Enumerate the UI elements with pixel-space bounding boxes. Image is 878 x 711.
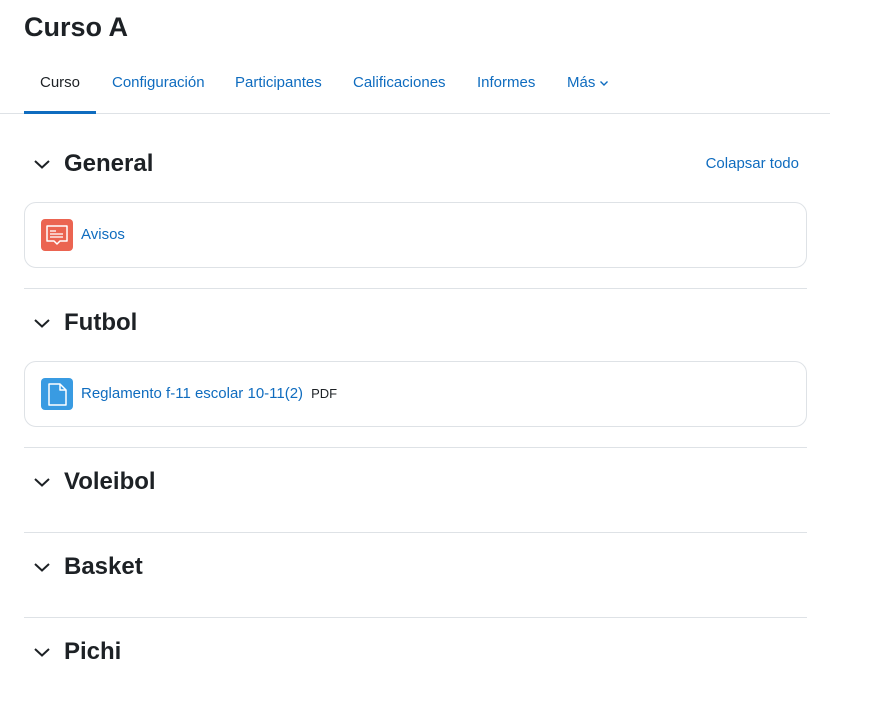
tab-mas-label: Más xyxy=(567,74,596,91)
tab-configuracion[interactable]: Configuración xyxy=(112,54,205,113)
tab-informes[interactable]: Informes xyxy=(477,54,535,113)
activity-link[interactable]: Avisos xyxy=(81,203,125,267)
activity-avisos: Avisos xyxy=(24,202,807,268)
forum-icon xyxy=(41,219,73,251)
chevron-down-icon[interactable] xyxy=(30,470,54,494)
activity-reglamento: Reglamento f-11 escolar 10-11(2) PDF xyxy=(24,361,807,427)
section-pichi: Pichi xyxy=(24,632,807,672)
tab-curso[interactable]: Curso xyxy=(24,54,96,114)
course-page: Curso A Curso Configuración Participante… xyxy=(0,0,878,711)
section-futbol: Futbol xyxy=(24,303,807,343)
section-title: Voleibol xyxy=(64,468,156,495)
tab-mas[interactable]: Más xyxy=(567,54,609,113)
section-title: Pichi xyxy=(64,638,122,665)
chevron-down-icon[interactable] xyxy=(30,311,54,335)
tab-participantes[interactable]: Participantes xyxy=(235,54,322,113)
section-general: General Colapsar todo xyxy=(24,144,807,184)
section-voleibol: Voleibol xyxy=(24,462,807,502)
section-title: Futbol xyxy=(64,309,138,336)
file-type-badge: PDF xyxy=(311,386,338,401)
section-divider xyxy=(24,617,807,618)
course-nav: Curso Configuración Participantes Califi… xyxy=(0,54,830,114)
chevron-down-icon[interactable] xyxy=(30,555,54,579)
section-basket: Basket xyxy=(24,547,807,587)
section-divider xyxy=(24,532,807,533)
activity-link-label: Reglamento f-11 escolar 10-11(2) xyxy=(81,385,304,402)
section-divider xyxy=(24,288,807,289)
section-title: Basket xyxy=(64,553,143,580)
collapse-all-link[interactable]: Colapsar todo xyxy=(706,144,799,184)
tab-calificaciones[interactable]: Calificaciones xyxy=(353,54,446,113)
file-icon xyxy=(41,378,73,410)
chevron-down-icon[interactable] xyxy=(30,152,54,176)
section-divider xyxy=(24,447,807,448)
chevron-down-icon xyxy=(600,81,609,87)
activity-link[interactable]: Reglamento f-11 escolar 10-11(2) PDF xyxy=(81,362,337,426)
section-title: General xyxy=(64,150,154,177)
page-title: Curso A xyxy=(24,12,129,42)
chevron-down-icon[interactable] xyxy=(30,640,54,664)
